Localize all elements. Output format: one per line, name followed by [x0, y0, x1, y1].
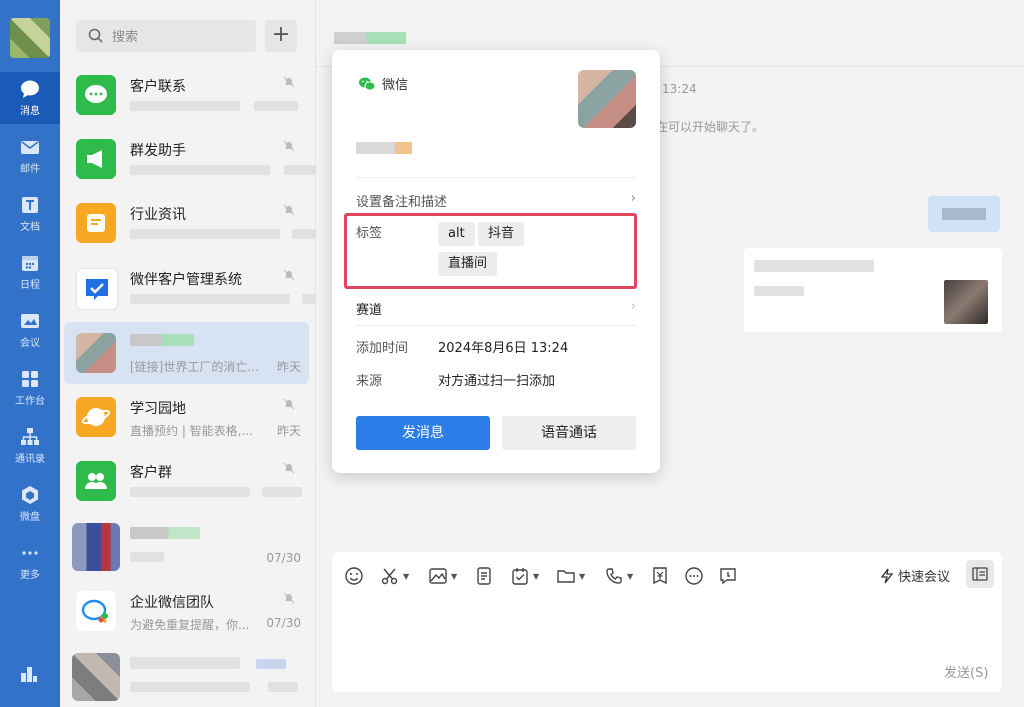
- nav-messages[interactable]: 消息: [0, 72, 60, 124]
- list-item[interactable]: 微伴客户管理系统: [64, 257, 309, 319]
- list-item[interactable]: 07/30: [64, 515, 309, 577]
- message-bubble[interactable]: [928, 196, 1000, 232]
- workbench-icon: [19, 368, 41, 390]
- crm-icon: [76, 268, 118, 310]
- conversation-list: 搜索 + 客户联系 群发助手 行业资讯 微伴客户管理系统: [60, 0, 316, 707]
- mute-icon: [283, 462, 295, 474]
- contacts-icon: [19, 426, 41, 448]
- mute-icon: [283, 204, 295, 216]
- image-icon[interactable]: ▼: [428, 564, 457, 588]
- list-item[interactable]: 客户群: [64, 450, 309, 512]
- highlight-box: [344, 213, 637, 289]
- wechat-icon: [358, 76, 376, 92]
- send-message-button[interactable]: 发消息: [356, 416, 490, 450]
- list-item[interactable]: 学习园地 直播预约 | 智能表格,... 昨天: [64, 386, 309, 448]
- message-input-box[interactable]: ▼ ▼ ▼ ▼ ▼ 快速会议 发送(S: [332, 552, 1002, 692]
- customer-contact-icon: [76, 75, 116, 115]
- nav-rail: 消息 邮件 文档 日程 会议 工作台 通讯录 微盘 更多: [0, 0, 60, 707]
- chevron-right-icon: ›: [631, 191, 636, 206]
- more-icon: [19, 542, 41, 564]
- source-row: 来源 对方通过扫一扫添加: [356, 370, 636, 389]
- meeting-icon: [19, 310, 41, 332]
- mute-icon: [283, 398, 295, 410]
- settings-menu-icon[interactable]: [18, 663, 40, 689]
- message-card[interactable]: [744, 248, 1002, 332]
- profile-avatar[interactable]: [578, 70, 636, 128]
- more-options-icon[interactable]: [684, 564, 704, 588]
- note-icon[interactable]: [474, 564, 494, 588]
- nav-more[interactable]: 更多: [0, 536, 60, 588]
- contact-avatar: [76, 333, 116, 373]
- wechat-source: 微信: [358, 74, 408, 93]
- list-item[interactable]: 群发助手: [64, 128, 309, 190]
- voice-call-button[interactable]: 语音通话: [502, 416, 636, 450]
- nav-docs[interactable]: 文档: [0, 188, 60, 240]
- folder-icon[interactable]: ▼: [556, 564, 585, 588]
- contact-name: [356, 142, 412, 154]
- list-item[interactable]: [64, 645, 309, 707]
- mail-icon: [19, 136, 41, 158]
- search-input[interactable]: 搜索: [76, 20, 256, 52]
- customer-group-icon: [76, 461, 116, 501]
- nav-drive[interactable]: 微盘: [0, 478, 60, 530]
- broadcast-icon: [76, 139, 116, 179]
- mute-icon: [283, 592, 295, 604]
- added-time-row: 添加时间 2024年8月6日 13:24: [356, 337, 636, 356]
- nav-workbench[interactable]: 工作台: [0, 362, 60, 414]
- user-avatar[interactable]: [10, 18, 50, 58]
- group-avatar: [72, 523, 120, 571]
- list-item[interactable]: [链接]世界工厂的消亡... 昨天: [64, 322, 309, 384]
- list-item[interactable]: 客户联系: [64, 64, 309, 126]
- mute-icon: [283, 269, 295, 281]
- nav-calendar[interactable]: 日程: [0, 246, 60, 298]
- sidebar-toggle-icon[interactable]: [966, 560, 994, 588]
- task-icon[interactable]: ▼: [510, 564, 539, 588]
- chat-title: [334, 32, 406, 44]
- chat-bubble-icon: [19, 78, 41, 100]
- search-icon: [88, 28, 104, 44]
- list-item[interactable]: 企业微信团队 为避免重复提醒，你... 07/30: [64, 580, 309, 642]
- wecom-team-icon: [76, 591, 116, 631]
- drive-icon: [19, 484, 41, 506]
- nav-meeting[interactable]: 会议: [0, 304, 60, 356]
- add-button[interactable]: +: [265, 20, 297, 52]
- lightning-icon: [880, 568, 894, 584]
- mute-icon: [283, 76, 295, 88]
- track-row[interactable]: 赛道 ›: [356, 299, 636, 318]
- learning-icon: [76, 397, 116, 437]
- group-avatar: [72, 653, 120, 701]
- quote-reply-icon[interactable]: [718, 564, 738, 588]
- set-remark-row[interactable]: 设置备注和描述 ›: [356, 191, 636, 210]
- nav-contacts[interactable]: 通讯录: [0, 420, 60, 472]
- list-item[interactable]: 行业资讯: [64, 192, 309, 254]
- payment-icon[interactable]: [650, 564, 670, 588]
- screenshot-icon[interactable]: ▼: [380, 564, 409, 588]
- phone-icon[interactable]: ▼: [604, 564, 633, 588]
- news-icon: [76, 203, 116, 243]
- quick-meeting-button[interactable]: 快速会议: [880, 566, 950, 585]
- calendar-icon: [19, 252, 41, 274]
- nav-mail[interactable]: 邮件: [0, 130, 60, 182]
- chevron-right-icon: ›: [631, 299, 636, 314]
- document-icon: [19, 194, 41, 216]
- send-button[interactable]: 发送(S): [944, 662, 988, 681]
- mute-icon: [283, 140, 295, 152]
- emoji-icon[interactable]: [344, 564, 364, 588]
